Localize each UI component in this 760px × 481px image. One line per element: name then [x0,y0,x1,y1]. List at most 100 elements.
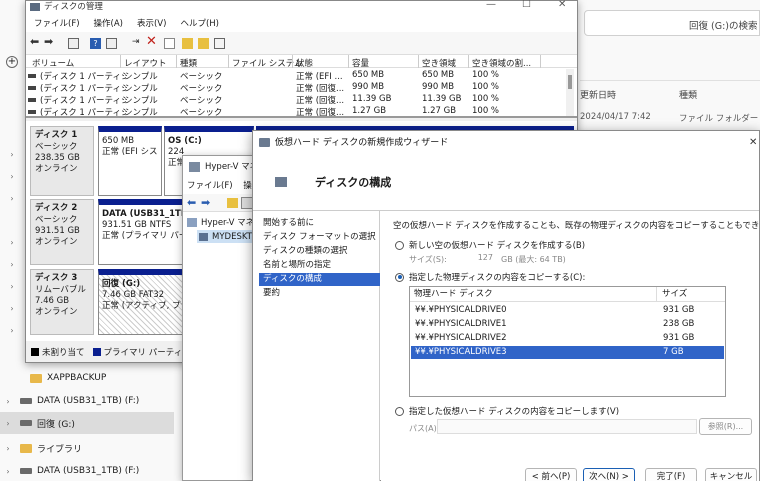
table-row[interactable]: (ディスク 1 パーティシ...シンプル ベーシック 正常 (回復... 1.27 G… [26,106,566,116]
disk-size: 931.51 GB [35,226,80,236]
size-input[interactable]: 127 [449,251,497,264]
table-cell: 11.39 GB [422,94,462,104]
wizard-step[interactable]: 開始する前に [259,217,380,230]
disk-name: ¥¥.¥PHYSICALDRIVE2 [415,333,507,343]
wizard-step[interactable]: ディスク フォーマットの選択 [259,231,380,244]
check-icon[interactable] [164,38,175,49]
disk-label[interactable]: ディスク 1 ベーシック 238.35 GB オンライン [30,126,94,196]
column-type[interactable]: 種類 [679,88,697,101]
wizard-content: 空の仮想ハード ディスクを作成することも、既存の物理ディスクの内容をコピーするこ… [381,211,760,481]
col-type[interactable]: 種類 [180,57,197,69]
size-unit: GB (最大: 64 TB) [501,255,566,264]
browse-button[interactable]: 参照(R)... [699,418,752,435]
menu-file[interactable]: ファイル(F) [34,17,80,29]
new-vhd-wizard: 仮想ハード ディスクの新規作成ウィザード ✕ ディスクの構成 開始する前に ディス… [252,130,760,481]
volume-table: ボリューム レイアウト 種類 ファイル システム 状態 容量 空き領域 空き領域… [26,55,577,118]
disk-name: ディスク 2 [35,203,78,213]
chevron-right-icon[interactable]: › [0,467,16,476]
col-capacity[interactable]: 容量 [352,57,369,69]
path-input[interactable] [437,419,697,434]
wizard-header: ディスクの構成 [253,155,759,211]
finish-button[interactable]: 完了(F) [645,468,697,481]
col-physical-disk[interactable]: 物理ハード ディスク [414,287,493,302]
chevron-right-icon[interactable]: › [0,419,16,428]
minimize-icon[interactable]: — [486,0,496,11]
menu-help[interactable]: ヘルプ(H) [180,17,219,29]
console-tree-icon[interactable] [68,38,79,49]
chevron-right-icon[interactable]: › [0,397,16,406]
table-row[interactable]: (ディスク 1 パーティシ...シンプル ベーシック 正常 (回復... 990 MB… [26,82,566,94]
next-button[interactable]: 次へ(N) > [583,468,635,481]
nav-item-data-f-2[interactable]: › DATA (USB31_1TB) (F:) [0,461,180,481]
forward-arrow-icon[interactable]: ➡ [201,196,210,209]
nav-label: ライブラリ [37,444,83,455]
col-layout[interactable]: レイアウト [124,57,167,69]
delete-icon[interactable]: ✕ [146,34,157,49]
search-input[interactable]: 回復 (G:)の検索 [584,10,760,36]
disk-row[interactable]: ¥¥.¥PHYSICALDRIVE0 931 GB [411,304,724,317]
forward-arrow-icon[interactable]: ➡ [44,35,55,48]
nav-item-library[interactable]: › ライブラリ [0,438,180,458]
disk-type: ベーシック [35,142,78,152]
cancel-button[interactable]: キャンセル [705,468,757,481]
col-free[interactable]: 空き領域 [422,57,456,69]
option-copy-physical[interactable]: 指定した物理ディスクの内容をコピーする(C): [395,271,585,283]
disk-size: 931 GB [663,305,695,315]
table-cell: ベーシック [180,72,223,82]
col-free-pct[interactable]: 空き領域の割... [472,57,531,69]
chevron-right-icon[interactable]: › [0,444,16,453]
folder-icon[interactable] [182,38,193,49]
maximize-icon[interactable]: ☐ [522,0,531,11]
close-icon[interactable]: ✕ [558,0,566,11]
wizard-step[interactable]: 要約 [259,287,380,300]
wizard-title: 仮想ハード ディスクの新規作成ウィザード ✕ [253,131,759,155]
partition[interactable]: 650 MB 正常 (EFI シス [98,126,162,196]
disk-label[interactable]: ディスク 2 ベーシック 931.51 GB オンライン [30,199,94,265]
tree-root[interactable]: Hyper-V マネ [187,216,254,228]
nav-label: DATA (USB31_1TB) (F:) [37,396,140,406]
disk-row[interactable]: ¥¥.¥PHYSICALDRIVE2 931 GB [411,332,724,345]
partition-text: OS (C:) [168,136,202,146]
radio-new[interactable] [395,240,404,250]
nav-item-recovery-g[interactable]: › 回復 (G:) [0,412,174,434]
disk-row[interactable]: ¥¥.¥PHYSICALDRIVE3 7 GB [411,346,724,359]
table-row[interactable]: (ディスク 1 パーティシ...シンプル ベーシック 正常 (回復... 11.39 … [26,94,566,106]
help-icon[interactable]: ? [90,38,101,49]
back-arrow-icon[interactable]: ⬅ [30,35,41,48]
radio-copy-virtual[interactable] [395,406,404,416]
disk-type: ベーシック [35,215,78,225]
folder-icon[interactable] [227,198,238,208]
add-icon[interactable]: + [6,56,18,68]
col-volume[interactable]: ボリューム [32,57,74,69]
menu-view[interactable]: 表示(V) [137,17,166,29]
back-arrow-icon[interactable]: ⬅ [187,196,196,209]
back-button[interactable]: < 前へ(P) [525,468,577,481]
wizard-step[interactable]: 名前と場所の指定 [259,259,380,272]
nav-item-xappbackup[interactable]: XAPPBACKUP [20,368,180,388]
physical-disk-list[interactable]: 物理ハード ディスク サイズ ¥¥.¥PHYSICALDRIVE0 931 GB ¥… [409,286,726,397]
column-date[interactable]: 更新日時 [580,88,616,101]
menu-action[interactable]: 操作(A) [94,17,123,29]
menu-file[interactable]: ファイル(F) [187,181,233,191]
disk-name: ¥¥.¥PHYSICALDRIVE1 [415,319,507,329]
disk-row[interactable]: ¥¥.¥PHYSICALDRIVE1 238 GB [411,318,724,331]
search-folder-icon[interactable] [198,38,209,49]
disk-icon [275,177,287,187]
col-size[interactable]: サイズ [662,287,687,302]
col-status[interactable]: 状態 [296,57,313,69]
scrollbar[interactable] [566,69,574,116]
disk-name: ディスク 3 [35,273,78,283]
radio-copy-physical[interactable] [395,272,404,282]
table-cell: 100 % [472,70,500,80]
nav-item-data-f[interactable]: › DATA (USB31_1TB) (F:) [0,391,180,411]
view-icon[interactable] [214,38,225,49]
properties-icon[interactable] [106,38,117,49]
wizard-step[interactable]: ディスクの構成 [259,273,380,286]
disk-label[interactable]: ディスク 3 リムーバブル 7.46 GB オンライン [30,269,94,335]
connect-icon[interactable]: ⇥ [132,37,143,48]
table-row[interactable]: (ディスク 1 パーティシ...シンプル ベーシック 正常 (EFI ... 650 … [26,70,566,82]
option-new-disk[interactable]: 新しい空の仮想ハード ディスクを作成する(B) [395,239,585,251]
wizard-step[interactable]: ディスクの種類の選択 [259,245,380,258]
option-copy-virtual[interactable]: 指定した仮想ハード ディスクの内容をコピーします(V) [395,405,619,417]
close-icon[interactable]: ✕ [749,131,757,155]
